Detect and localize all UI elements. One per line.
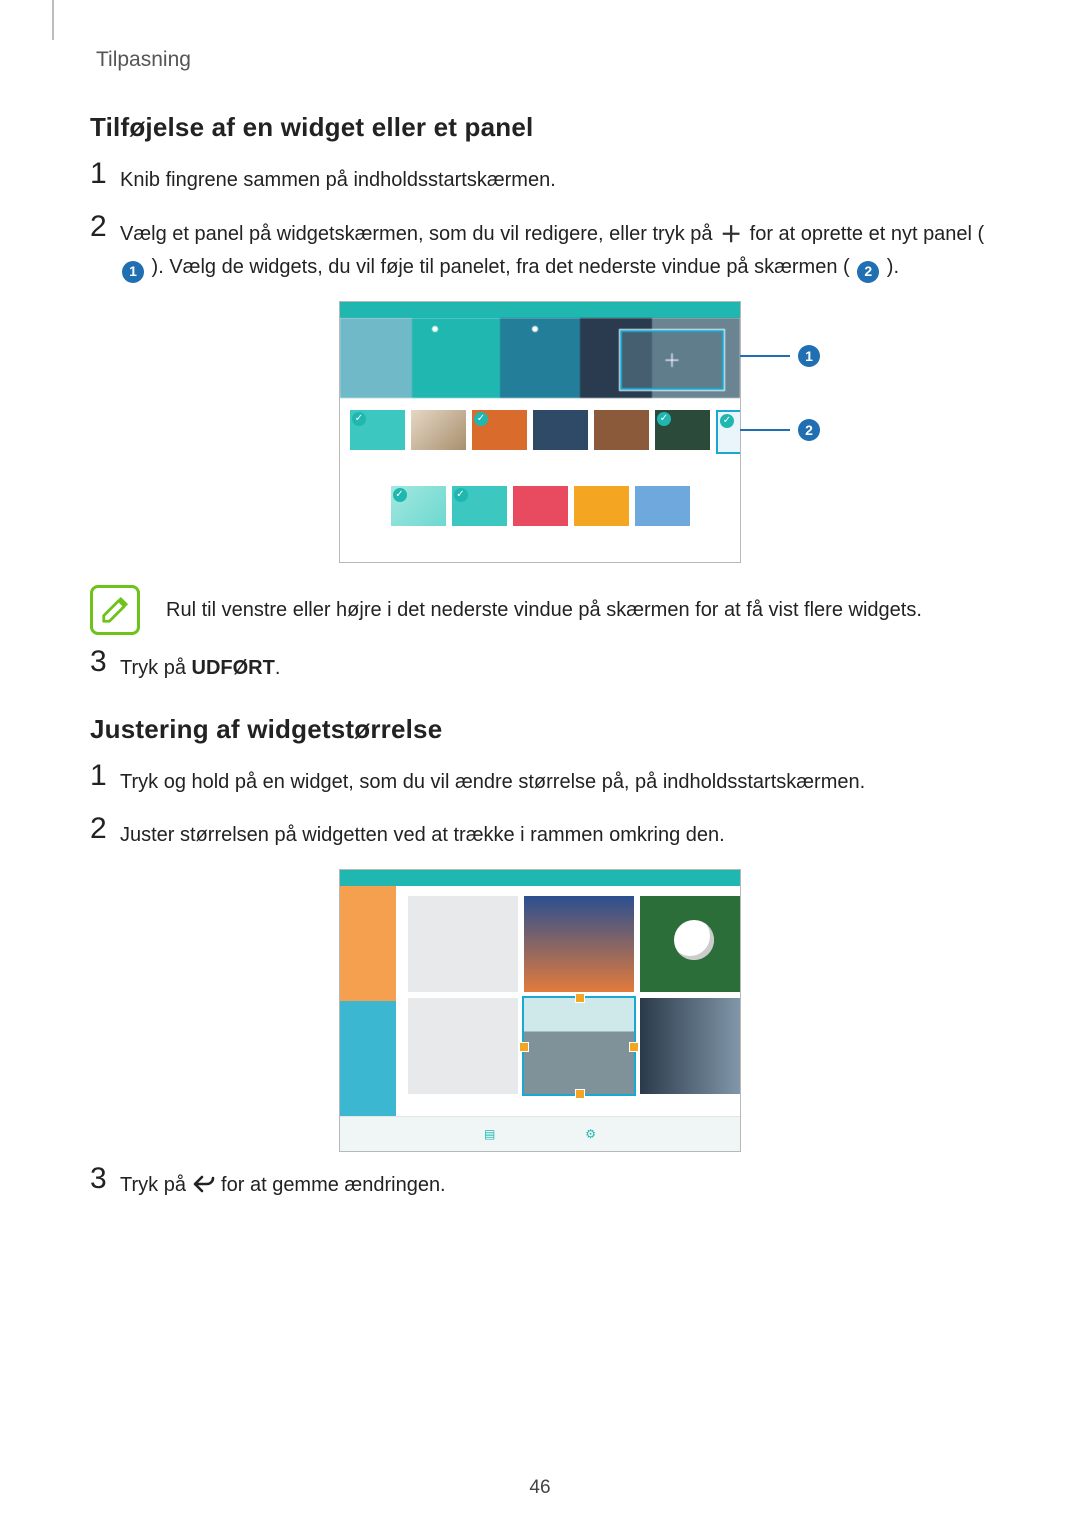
- step-number: 1: [90, 761, 120, 791]
- step-number: 3: [90, 647, 120, 677]
- heading-resize-widget: Justering af widgetstørrelse: [90, 714, 990, 745]
- steps-resize-widget-cont: 3 Tryk på for at gemme ændringen.: [90, 1166, 990, 1205]
- step: 2 Vælg et panel på widgetskærmen, som du…: [90, 214, 990, 283]
- step-number: 3: [90, 1164, 120, 1194]
- figure-resize-widget: ▤ ⚙: [90, 869, 990, 1152]
- step-number: 1: [90, 159, 120, 189]
- note: Rul til venstre eller højre i det neders…: [90, 585, 990, 635]
- text-fragment: for at oprette et nyt panel (: [744, 223, 984, 245]
- footer-icon: ⚙: [585, 1127, 596, 1141]
- callout: 2: [740, 419, 820, 441]
- steps-add-widget-cont: 3 Tryk på UDFØRT.: [90, 649, 990, 684]
- step: 3 Tryk på for at gemme ændringen.: [90, 1166, 990, 1205]
- step-text: Tryk på UDFØRT.: [120, 649, 990, 684]
- steps-resize-widget: 1 Tryk og hold på en widget, som du vil …: [90, 763, 990, 851]
- step-number: 2: [90, 212, 120, 242]
- device-screenshot: ＋ ✓ ✓ ✓ ✓ ✓ ✓: [339, 301, 741, 563]
- callout-ref-1: 1: [122, 261, 144, 283]
- text-fragment: .: [275, 657, 281, 679]
- page-number: 46: [0, 1477, 1080, 1499]
- note-text: Rul til venstre eller højre i det neders…: [166, 595, 990, 626]
- section-label: Tilpasning: [96, 48, 990, 72]
- step: 3 Tryk på UDFØRT.: [90, 649, 990, 684]
- device-screenshot: ▤ ⚙: [339, 869, 741, 1152]
- text-fragment: Tryk på: [120, 1174, 192, 1196]
- step-text: Vælg et panel på widgetskærmen, som du v…: [120, 214, 990, 283]
- steps-add-widget: 1 Knib fingrene sammen på indholdsstarts…: [90, 161, 990, 283]
- step: 1 Knib fingrene sammen på indholdsstarts…: [90, 161, 990, 196]
- step-text: Juster størrelsen på widgetten ved at tr…: [120, 816, 990, 851]
- selected-widget-frame: [524, 998, 634, 1094]
- step-number: 2: [90, 814, 120, 844]
- text-fragment: ). Vælg de widgets, du vil føje til pane…: [146, 256, 855, 278]
- callout-ref-2: 2: [857, 261, 879, 283]
- heading-add-widget: Tilføjelse af en widget eller et panel: [90, 112, 990, 143]
- margin-rule: [52, 0, 54, 40]
- callout-number: 1: [798, 345, 820, 367]
- step: 1 Tryk og hold på en widget, som du vil …: [90, 763, 990, 798]
- step-text: Tryk og hold på en widget, som du vil æn…: [120, 763, 990, 798]
- footer-icon: ▤: [484, 1127, 495, 1141]
- add-panel-box: ＋: [620, 330, 724, 390]
- step: 2 Juster størrelsen på widgetten ved at …: [90, 816, 990, 851]
- button-label-ref: UDFØRT: [192, 657, 275, 679]
- text-fragment: Tryk på: [120, 657, 192, 679]
- step-text: Knib fingrene sammen på indholdsstartskæ…: [120, 161, 990, 196]
- note-icon: [90, 585, 140, 635]
- back-icon: [192, 1173, 216, 1205]
- figure-widget-panels: ＋ ✓ ✓ ✓ ✓ ✓ ✓: [90, 301, 990, 563]
- text-fragment: ).: [881, 256, 899, 278]
- page: Tilpasning Tilføjelse af en widget eller…: [0, 0, 1080, 1527]
- callout: 1: [740, 345, 820, 367]
- text-fragment: Vælg et panel på widgetskærmen, som du v…: [120, 223, 718, 245]
- text-fragment: for at gemme ændringen.: [216, 1174, 446, 1196]
- plus-icon: ＋: [718, 218, 744, 252]
- callout-number: 2: [798, 419, 820, 441]
- step-text: Tryk på for at gemme ændringen.: [120, 1166, 990, 1205]
